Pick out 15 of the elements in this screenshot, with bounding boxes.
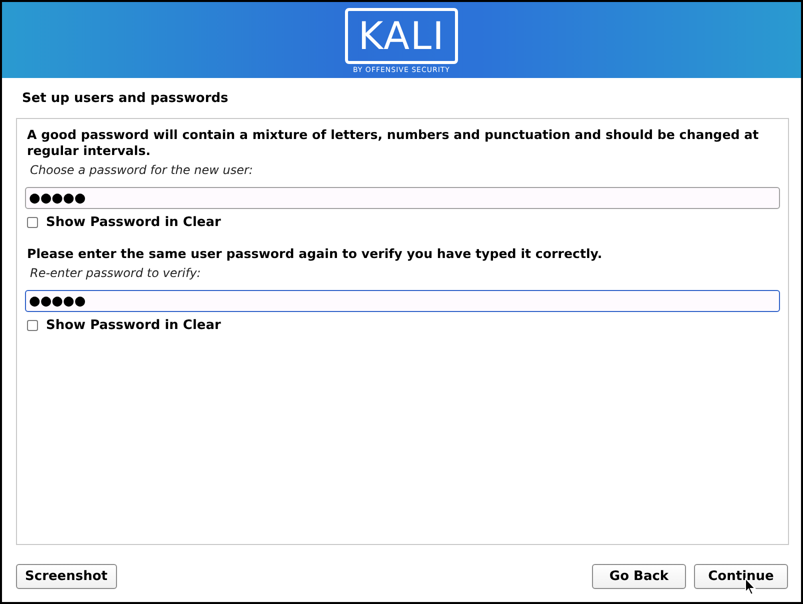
field-prompt: Choose a password for the new user: (30, 163, 253, 177)
dialog-button[interactable]: Continue (694, 564, 788, 589)
page-title: Set up users and passwords (21, 90, 230, 108)
description-text: Please enter the same user password again to verify you have typed it correctly. (27, 246, 604, 262)
dialog-button[interactable]: Go Back (592, 564, 686, 589)
checkbox[interactable] (27, 217, 38, 228)
checkbox-label[interactable]: Show Password in Clear (46, 215, 221, 230)
password-field[interactable]: ●●●●● (25, 290, 780, 312)
password-field[interactable]: ●●●●● (25, 187, 780, 209)
field-prompt: Re-enter password to verify: (30, 266, 201, 280)
checkbox-label[interactable]: Show Password in Clear (46, 318, 221, 333)
checkbox[interactable] (27, 320, 38, 331)
description-text: A good password will contain a mixture of letters, numbers and punctuation and should be changed at regular intervals. (27, 127, 760, 159)
logo: KALI (345, 8, 458, 64)
dialog-button[interactable]: Screenshot (16, 564, 117, 589)
